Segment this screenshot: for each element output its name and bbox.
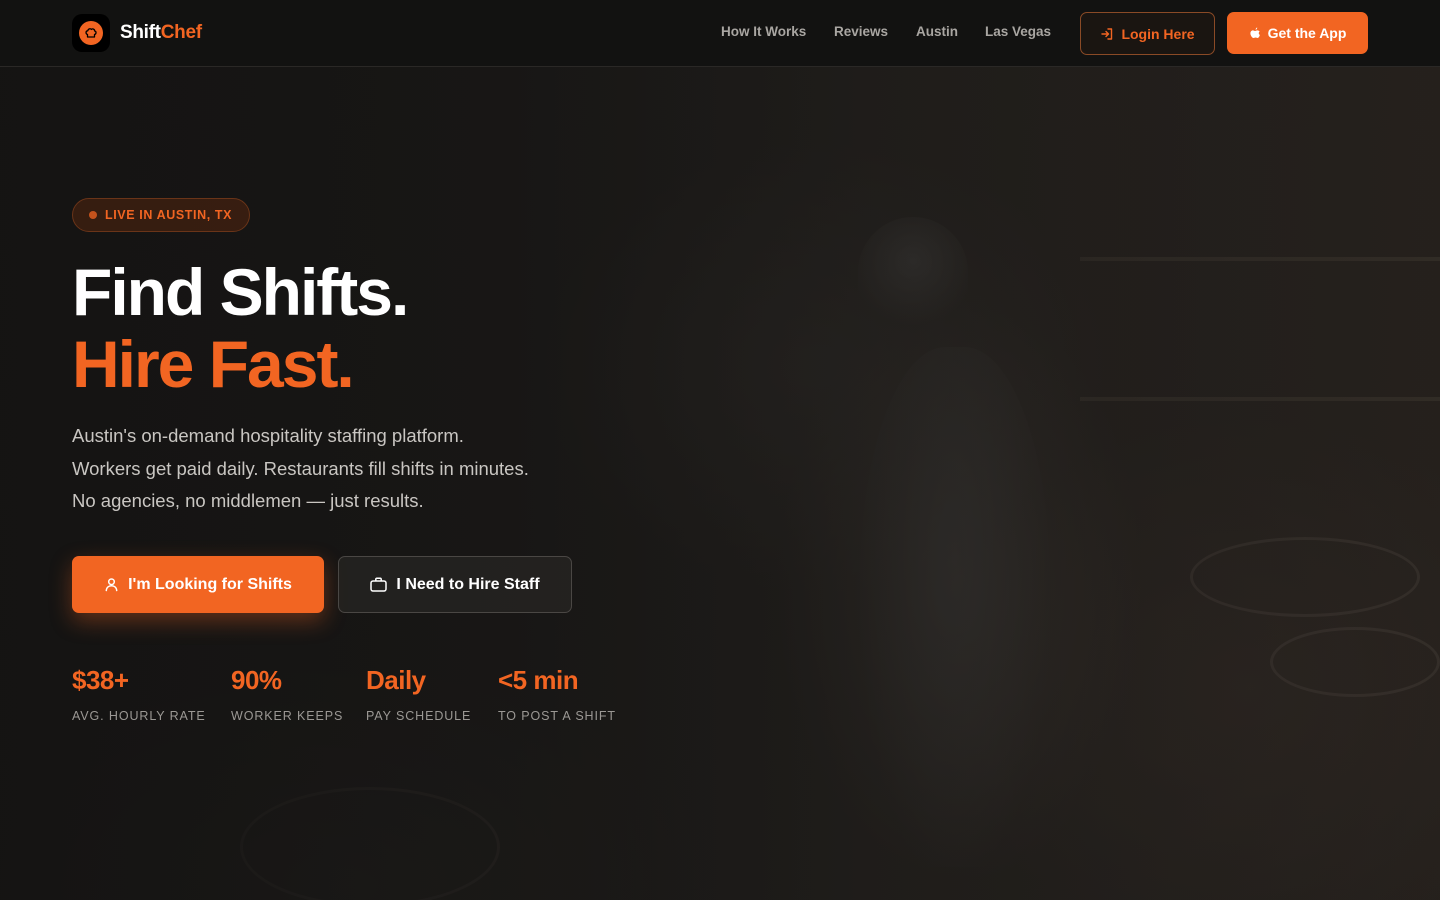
subtext-line: Austin's on-demand hospitality staffing … — [72, 425, 464, 446]
live-dot-icon — [89, 211, 97, 219]
stat-item: 90% WORKER KEEPS — [231, 664, 343, 723]
stat-value: Daily — [366, 665, 426, 695]
login-icon — [1100, 27, 1114, 41]
get-app-button[interactable]: Get the App — [1227, 12, 1368, 54]
stat-label: TO POST A SHIFT — [498, 709, 616, 723]
stat-item: $38+ AVG. HOURLY RATE — [72, 664, 206, 723]
stat-value: 90% — [231, 665, 282, 695]
hero-headline: Find Shifts. Hire Fast. — [72, 256, 712, 400]
nav-link-how-it-works[interactable]: How It Works — [721, 24, 806, 39]
brand-logo — [72, 14, 110, 52]
brand-name: ShiftChef — [120, 22, 202, 44]
stat-value: <5 min — [498, 665, 579, 695]
nav-link-las-vegas[interactable]: Las Vegas — [985, 24, 1051, 39]
hire-staff-button-label: I Need to Hire Staff — [396, 575, 540, 593]
subtext-line: Workers get paid daily. Restaurants fill… — [72, 457, 529, 479]
location-badge-label: LIVE IN AUSTIN, TX — [105, 208, 233, 222]
brand-name-part1: Shift — [120, 22, 161, 43]
stat-label: PAY SCHEDULE — [366, 709, 472, 723]
subtext-line: No agencies, no middlemen — just results… — [72, 490, 424, 511]
navbar: ShiftChef How It Works Reviews Austin La… — [0, 0, 1440, 67]
hero-section: LIVE IN AUSTIN, TX Find Shifts. Hire Fas… — [72, 198, 615, 723]
apple-icon — [1249, 27, 1261, 40]
brand-logo-link[interactable]: ShiftChef — [72, 14, 202, 52]
stat-item: <5 min TO POST A SHIFT — [498, 664, 616, 723]
hire-staff-button[interactable]: I Need to Hire Staff — [338, 556, 572, 613]
chef-hat-icon — [79, 21, 103, 45]
find-shifts-button-label: I'm Looking for Shifts — [128, 575, 292, 593]
headline-line-2: Hire Fast. — [72, 327, 355, 401]
stat-item: Daily PAY SCHEDULE — [366, 664, 471, 723]
nav-link-reviews[interactable]: Reviews — [834, 24, 888, 39]
stat-label: AVG. HOURLY RATE — [72, 709, 206, 723]
brand-name-part2: Chef — [160, 22, 202, 43]
headline-line-1: Find Shifts. — [72, 255, 409, 329]
nav-link-austin[interactable]: Austin — [916, 24, 958, 39]
user-icon — [104, 577, 119, 592]
location-badge: LIVE IN AUSTIN, TX — [72, 198, 251, 232]
briefcase-icon — [370, 577, 388, 592]
login-button-label: Login Here — [1121, 25, 1195, 42]
get-app-button-label: Get the App — [1267, 25, 1347, 41]
stat-label: WORKER KEEPS — [231, 709, 344, 723]
stat-value: $38+ — [72, 665, 129, 695]
hero-subtext: Austin's on-demand hospitality staffing … — [72, 420, 632, 518]
login-button[interactable]: Login Here — [1080, 12, 1215, 55]
find-shifts-button[interactable]: I'm Looking for Shifts — [72, 556, 324, 613]
